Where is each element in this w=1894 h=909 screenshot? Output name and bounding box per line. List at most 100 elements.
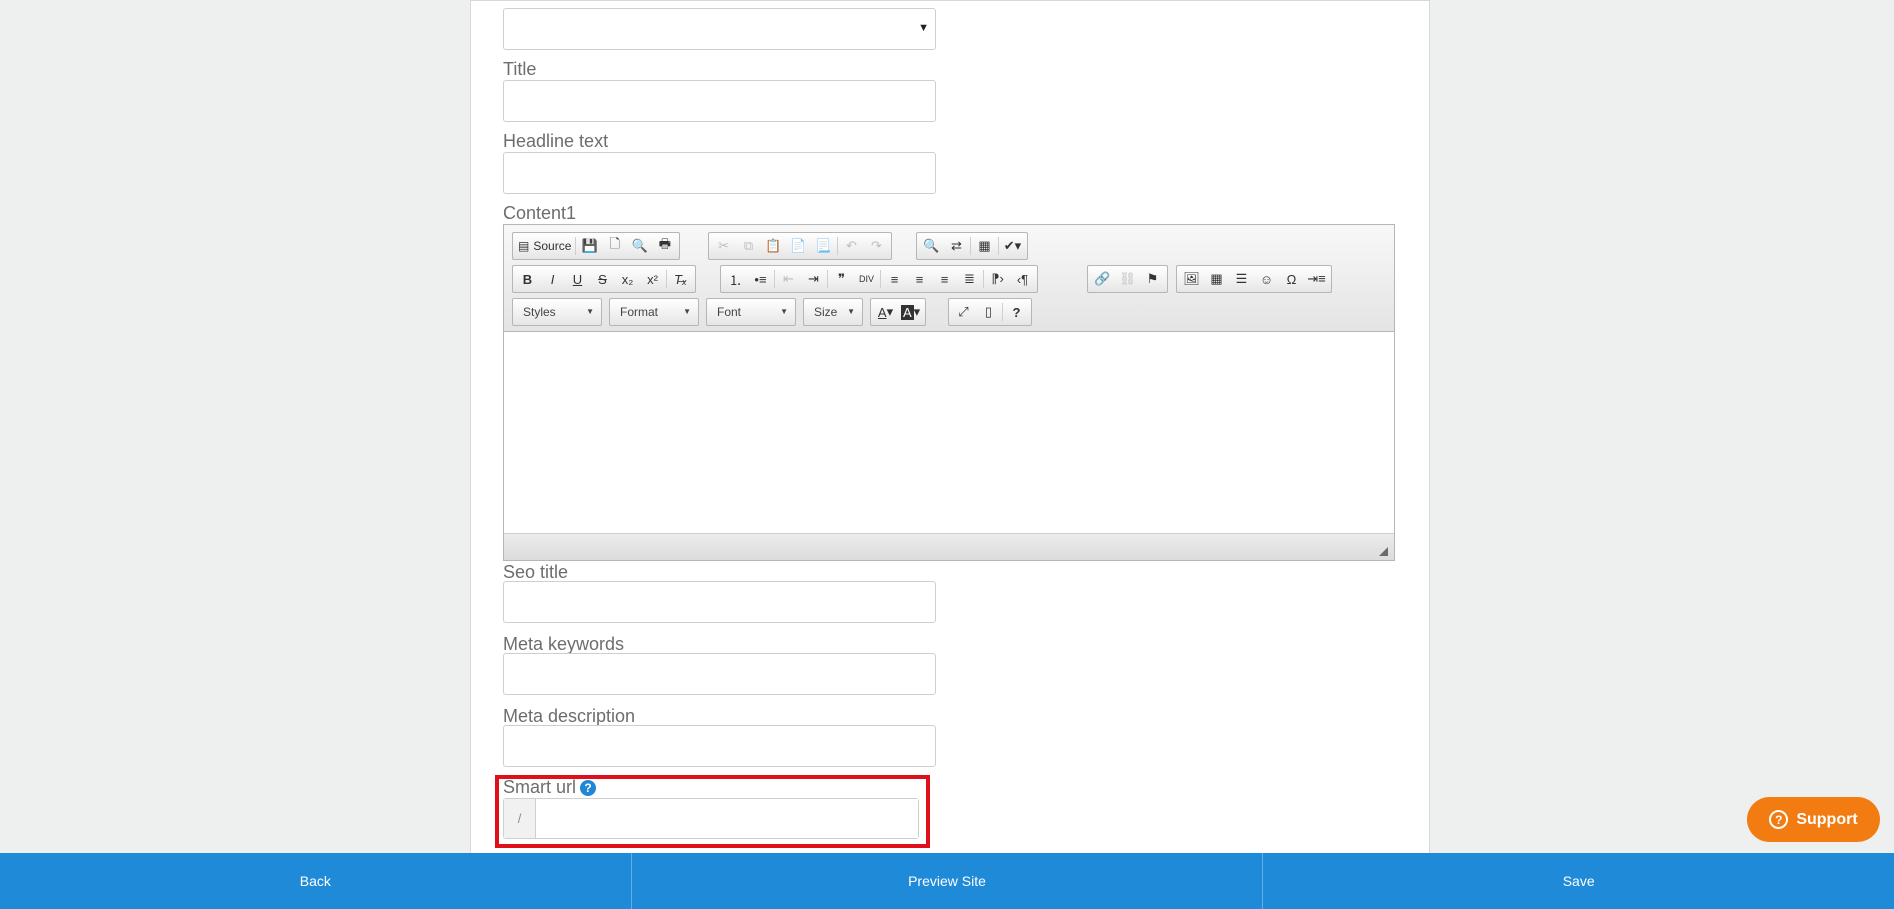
- superscript-icon[interactable]: x²: [640, 267, 665, 291]
- url-prefix: /: [504, 799, 536, 838]
- bg-color-icon[interactable]: A ▾: [898, 300, 923, 324]
- smiley-icon[interactable]: ☺: [1254, 267, 1279, 291]
- meta-description-label: Meta description: [503, 706, 636, 726]
- meta-keywords-input[interactable]: [503, 653, 936, 695]
- source-button[interactable]: ▤ Source: [515, 234, 574, 258]
- content-label: Content1: [503, 203, 577, 223]
- numbered-list-icon[interactable]: ⒈: [723, 267, 748, 291]
- print-icon[interactable]: 🖶: [652, 234, 677, 258]
- special-char-icon[interactable]: Ω: [1279, 267, 1304, 291]
- align-center-icon[interactable]: ≡: [907, 267, 932, 291]
- maximize-icon[interactable]: ⤢: [951, 300, 976, 324]
- editor-content-area[interactable]: [504, 333, 1394, 533]
- align-left-icon[interactable]: ≡: [882, 267, 907, 291]
- italic-icon[interactable]: I: [540, 267, 565, 291]
- resize-handle-icon[interactable]: [1379, 547, 1388, 556]
- chevron-down-icon: ▼: [780, 307, 788, 316]
- subscript-icon[interactable]: x₂: [615, 267, 640, 291]
- source-label: Source: [533, 239, 572, 253]
- link-icon[interactable]: 🔗: [1090, 267, 1115, 291]
- size-combo-label: Size: [814, 305, 838, 319]
- redo-icon[interactable]: ↷: [864, 234, 889, 258]
- remove-format-icon[interactable]: T̶ₓ: [668, 267, 693, 291]
- bottom-action-bar: Back Preview Site Save: [0, 853, 1894, 909]
- preview-site-button[interactable]: Preview Site: [632, 853, 1264, 909]
- editor-bottom-bar: [504, 533, 1394, 560]
- styles-combo-label: Styles: [523, 305, 556, 319]
- outdent-icon[interactable]: ⇤: [776, 267, 801, 291]
- save-button[interactable]: Save: [1263, 853, 1894, 909]
- meta-description-input[interactable]: [503, 725, 936, 767]
- cut-icon[interactable]: ✂: [711, 234, 736, 258]
- ltr-icon[interactable]: ⁋›: [985, 267, 1010, 291]
- back-button[interactable]: Back: [0, 853, 632, 909]
- font-combo-label: Font: [717, 305, 742, 319]
- meta-keywords-label: Meta keywords: [503, 634, 625, 654]
- anchor-icon[interactable]: ⚑: [1140, 267, 1165, 291]
- blockquote-icon[interactable]: ❞: [829, 267, 854, 291]
- styles-combo[interactable]: Styles ▼: [512, 298, 602, 326]
- toolbar-group-colors: A ▾ A ▾: [870, 298, 927, 326]
- toolbar-group-links: 🔗 ⛓ ⚑: [1087, 265, 1168, 293]
- paste-word-icon[interactable]: 📃: [811, 234, 836, 258]
- indent-icon[interactable]: ⇥: [801, 267, 826, 291]
- font-combo[interactable]: Font ▼: [706, 298, 796, 326]
- show-blocks-icon[interactable]: ▯: [976, 300, 1001, 324]
- preview-icon[interactable]: 🔍: [627, 234, 652, 258]
- save-icon[interactable]: 💾: [577, 234, 602, 258]
- smart-url-label: Smart url?: [503, 776, 597, 798]
- replace-icon[interactable]: ⇄: [944, 234, 969, 258]
- undo-icon[interactable]: ↶: [839, 234, 864, 258]
- find-icon[interactable]: 🔍: [919, 234, 944, 258]
- help-icon[interactable]: ?: [580, 780, 597, 797]
- format-combo[interactable]: Format ▼: [609, 298, 699, 326]
- rtl-icon[interactable]: ‹¶: [1010, 267, 1035, 291]
- image-icon[interactable]: 🖼: [1179, 267, 1204, 291]
- chevron-down-icon: ▼: [847, 307, 855, 316]
- unlink-icon[interactable]: ⛓: [1115, 267, 1140, 291]
- toolbar-group-tools: ⤢ ▯ ?: [948, 298, 1032, 326]
- toolbar-group-paragraph: ⒈ •≡ ⇤ ⇥ ❞ DIV ≡ ≡ ≡ ≣ ⁋› ‹¶: [720, 265, 1038, 293]
- editor-toolbar: ▤Source 💾 🗋 🔍 🖶 ✂ ⧉ 📋 📄 📃 ↶ ↷ 🔍 ⇄ ▦ ✔▾: [504, 225, 1394, 332]
- text-color-icon[interactable]: A ▾: [873, 300, 898, 324]
- align-right-icon[interactable]: ≡: [932, 267, 957, 291]
- support-label: Support: [1796, 810, 1858, 828]
- strike-icon[interactable]: S: [590, 267, 615, 291]
- new-page-icon[interactable]: 🗋: [602, 234, 627, 258]
- creatediv-icon[interactable]: DIV: [854, 267, 879, 291]
- paste-icon[interactable]: 📋: [761, 234, 786, 258]
- paste-text-icon[interactable]: 📄: [786, 234, 811, 258]
- title-label: Title: [503, 59, 537, 79]
- title-input[interactable]: [503, 80, 936, 122]
- align-justify-icon[interactable]: ≣: [957, 267, 982, 291]
- question-circle-icon: ?: [1769, 810, 1789, 829]
- toolbar-group-clipboard: ✂ ⧉ 📋 📄 📃 ↶ ↷: [708, 232, 892, 260]
- about-icon[interactable]: ?: [1004, 300, 1029, 324]
- chevron-down-icon: ▼: [586, 307, 594, 316]
- select-all-icon[interactable]: ▦: [972, 234, 997, 258]
- size-combo[interactable]: Size ▼: [803, 298, 863, 326]
- copy-icon[interactable]: ⧉: [736, 234, 761, 258]
- toolbar-group-document: ▤ Source 💾 🗋 🔍 🖶: [512, 232, 681, 260]
- chevron-down-icon: ▼: [683, 307, 691, 316]
- bulleted-list-icon[interactable]: •≡: [748, 267, 773, 291]
- category-select[interactable]: ▼: [503, 8, 936, 50]
- select-caret-icon: ▼: [918, 22, 929, 34]
- format-combo-label: Format: [620, 305, 659, 319]
- seo-title-input[interactable]: [503, 581, 936, 623]
- smart-url-input[interactable]: [537, 799, 918, 838]
- table-icon[interactable]: ▦: [1204, 267, 1229, 291]
- underline-icon[interactable]: U: [565, 267, 590, 291]
- spellcheck-icon[interactable]: ✔▾: [1000, 234, 1025, 258]
- toolbar-group-basicstyles: B I U S x₂ x² T̶ₓ: [512, 265, 696, 293]
- bold-icon[interactable]: B: [515, 267, 540, 291]
- toolbar-group-find: 🔍 ⇄ ▦ ✔▾: [916, 232, 1028, 260]
- source-icon: ▤: [518, 239, 530, 253]
- smart-url-label-text: Smart url: [503, 777, 577, 797]
- seo-title-label: Seo title: [503, 562, 569, 582]
- horizontal-rule-icon[interactable]: ☰: [1229, 267, 1254, 291]
- headline-label: Headline text: [503, 131, 609, 151]
- support-button[interactable]: ? Support: [1747, 797, 1880, 842]
- headline-input[interactable]: [503, 152, 936, 194]
- page-break-icon[interactable]: ⇥≡: [1304, 267, 1329, 291]
